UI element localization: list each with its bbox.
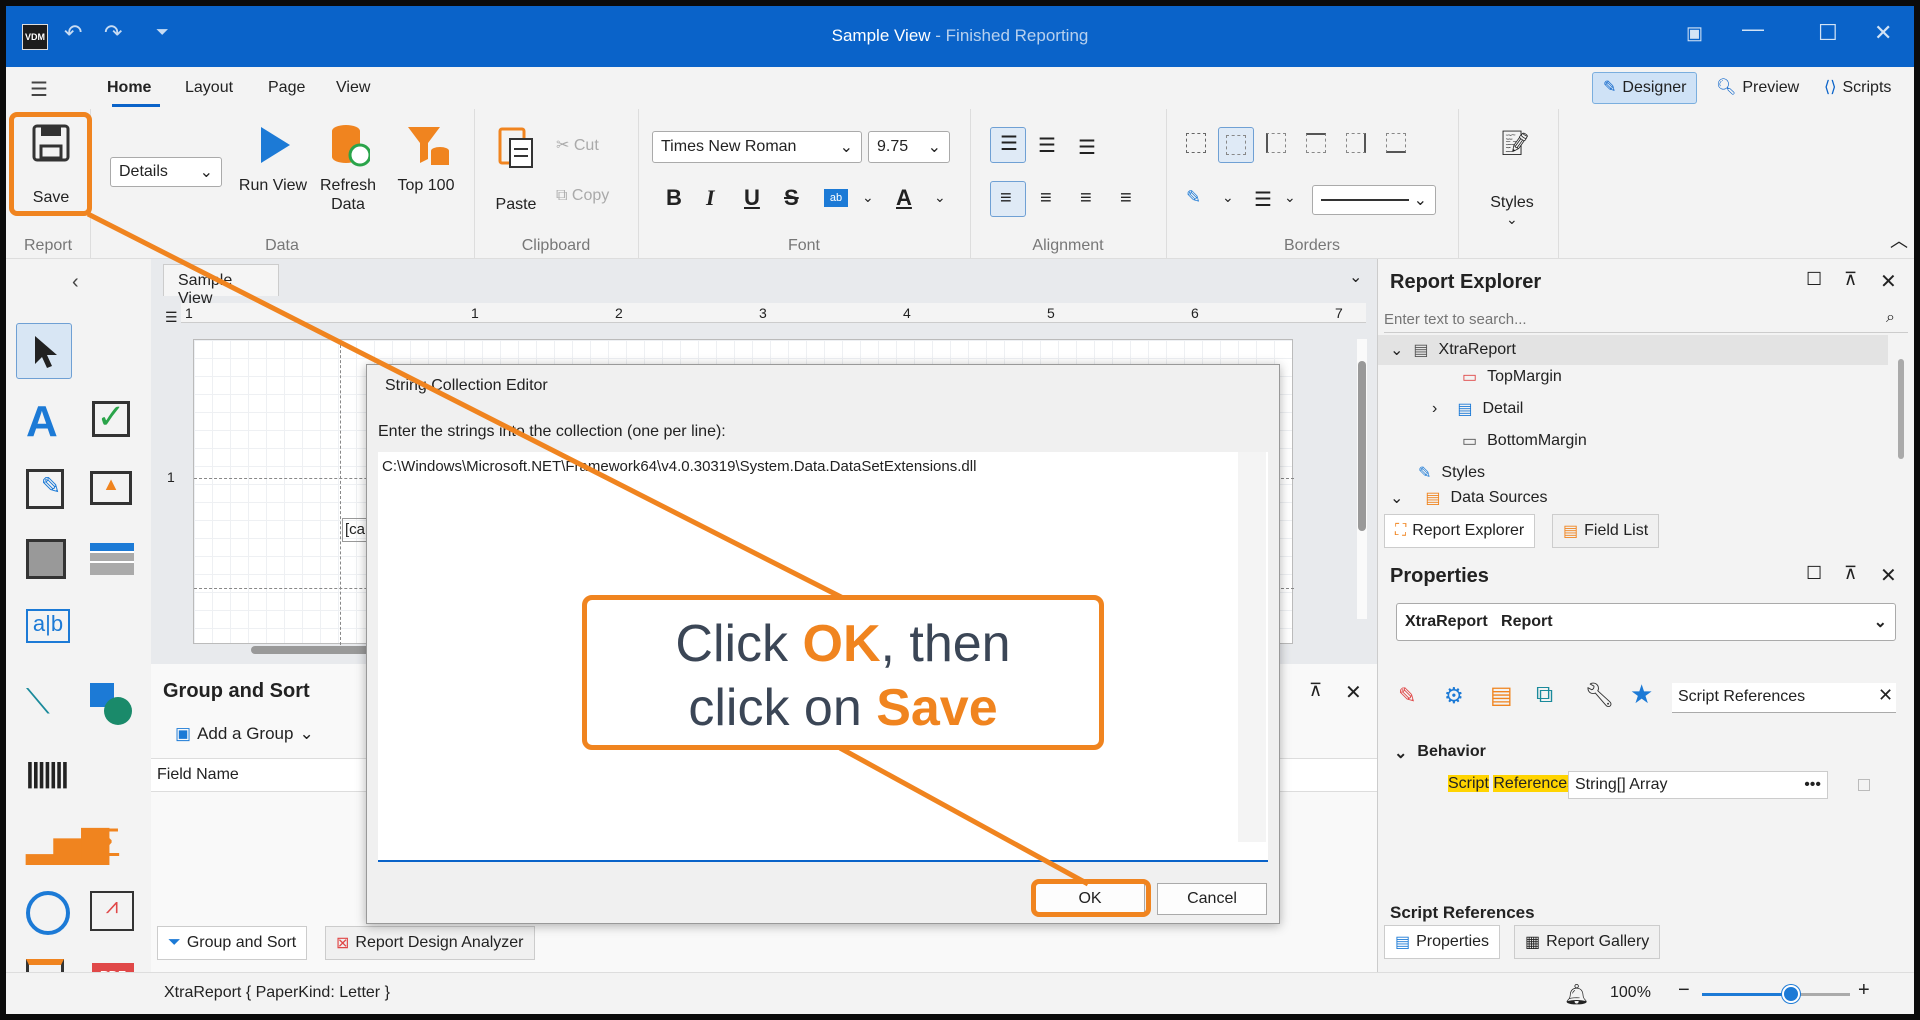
instruction-callout: Click OK, then click on Save (582, 595, 1104, 750)
annotation-line-to-save (86, 211, 847, 602)
callout-emphasis: Save (876, 679, 998, 737)
callout-line-1: Click OK, then (587, 612, 1099, 676)
callout-line-2: click on Save (587, 676, 1099, 740)
callout-text: Click (675, 615, 803, 673)
annotation-lines (86, 211, 1090, 887)
callout-text: , then (880, 615, 1011, 673)
annotation-line-to-ok (838, 745, 1090, 887)
callout-text: click on (688, 679, 877, 737)
callout-emphasis: OK (802, 615, 881, 673)
ok-highlight-frame (1031, 879, 1151, 917)
